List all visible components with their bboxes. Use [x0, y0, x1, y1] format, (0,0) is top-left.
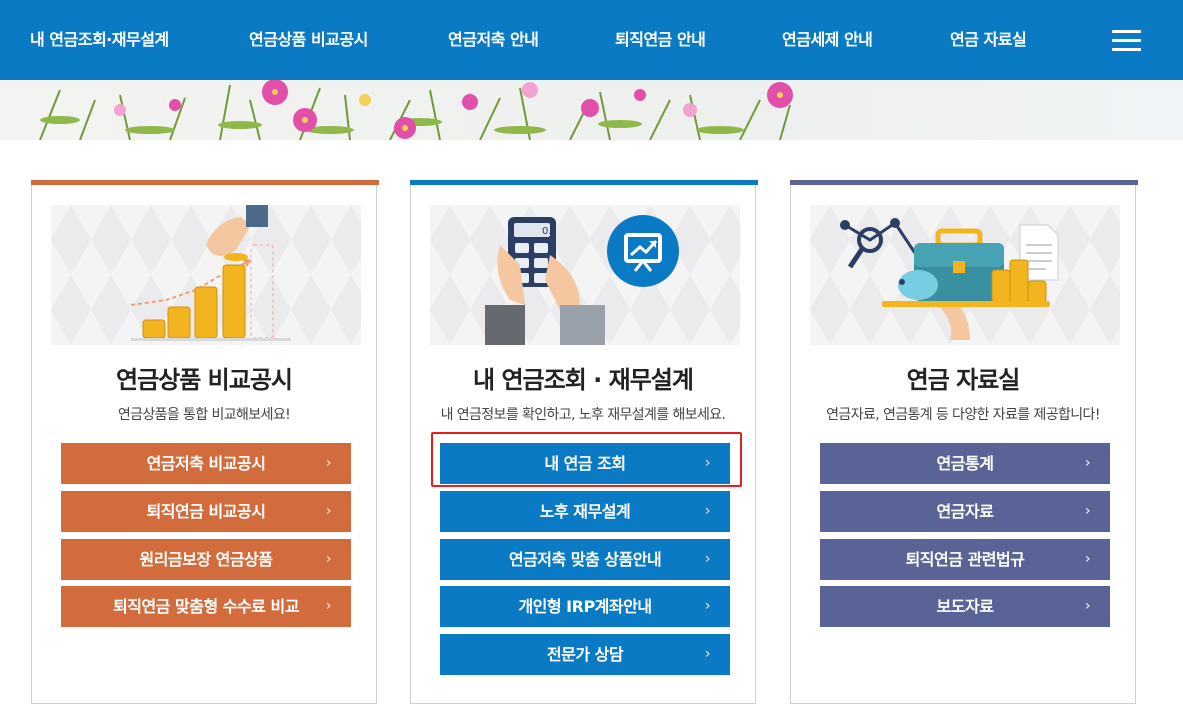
coins-growth-illustration [51, 205, 361, 345]
card-title: 연금상품 비교공시 [116, 366, 293, 394]
chevron-right-icon: › [325, 503, 332, 519]
nav-retirement-pension[interactable]: 퇴직연금 안내 [615, 0, 706, 80]
button-label: 보도자료 [936, 597, 994, 616]
retirement-financial-planning-button[interactable]: 노후 재무설계 › [440, 491, 730, 532]
card-pension-library: 연금 자료실 연금자료, 연금통계 등 다양한 자료를 제공합니다! 연금통계 ›… [790, 180, 1138, 704]
chevron-right-icon: › [1084, 503, 1091, 519]
button-label: 연금자료 [936, 502, 994, 521]
hand-icon [940, 307, 970, 340]
button-label: 연금저축 맞춤 상품안내 [508, 550, 662, 569]
card-pension-inquiry: 0. 내 연금조회 · 재무설계 내 연금정보를 확인하고, 노후 재무설계를 … [410, 180, 758, 704]
card-description: 연금자료, 연금통계 등 다양한 자료를 제공합니다! [826, 407, 1100, 423]
pension-materials-button[interactable]: 연금자료 › [820, 491, 1110, 532]
card-title: 내 연금조회 · 재무설계 [473, 366, 694, 394]
chevron-right-icon: › [704, 646, 711, 662]
calculator-illustration: 0. [430, 205, 740, 345]
coin-stack-outline-icon [250, 244, 274, 339]
pension-savings-comparison-button[interactable]: 연금저축 비교공시 › [61, 443, 351, 484]
chevron-right-icon: › [704, 551, 711, 567]
irp-account-guide-button[interactable]: 개인형 IRP계좌안내 › [440, 586, 730, 627]
pension-statistics-button[interactable]: 연금통계 › [820, 443, 1110, 484]
fee-comparison-button[interactable]: 퇴직연금 맞춤형 수수료 비교 › [61, 586, 351, 627]
chevron-right-icon: › [325, 598, 332, 614]
chart-presentation-icon [607, 215, 679, 287]
flower-banner-image [39, 80, 793, 140]
chevron-right-icon: › [1084, 598, 1091, 614]
tray-icon [882, 301, 1050, 307]
press-release-button[interactable]: 보도자료 › [820, 586, 1110, 627]
expert-consultation-button[interactable]: 전문가 상담 › [440, 634, 730, 675]
flower-banner [0, 80, 1183, 140]
button-label: 퇴직연금 관련법규 [905, 550, 1025, 569]
chevron-right-icon: › [1084, 455, 1091, 471]
button-label: 연금저축 비교공시 [146, 454, 266, 473]
button-label: 퇴직연금 비교공시 [146, 502, 266, 521]
button-label: 개인형 IRP계좌안내 [518, 597, 652, 616]
top-navigation: 내 연금조회·재무설계 연금상품 비교공시 연금저축 안내 퇴직연금 안내 연금… [0, 0, 1183, 80]
button-label: 연금통계 [936, 454, 994, 473]
hamburger-menu-icon[interactable] [1112, 30, 1142, 52]
chevron-right-icon: › [325, 551, 332, 567]
card-top-bar [410, 180, 758, 185]
piggy-bank-icon [898, 270, 938, 300]
hand-holding-coin-icon [206, 205, 268, 261]
card-top-bar [790, 180, 1138, 185]
guaranteed-product-button[interactable]: 원리금보장 연금상품 › [61, 539, 351, 580]
coin-stacks-icon [142, 264, 246, 339]
nav-pension-savings[interactable]: 연금저축 안내 [448, 0, 539, 80]
chevron-right-icon: › [704, 598, 711, 614]
briefcase-illustration [810, 205, 1120, 345]
customized-product-guide-button[interactable]: 연금저축 맞춤 상품안내 › [440, 539, 730, 580]
nav-product-comparison[interactable]: 연금상품 비교공시 [249, 0, 368, 80]
button-label: 원리금보장 연금상품 [139, 550, 273, 569]
calculator-display: 0. [542, 226, 552, 237]
retirement-pension-laws-button[interactable]: 퇴직연금 관련법규 › [820, 539, 1110, 580]
button-label: 전문가 상담 [546, 645, 624, 664]
retirement-pension-comparison-button[interactable]: 퇴직연금 비교공시 › [61, 491, 351, 532]
card-description: 연금상품을 통합 비교해보세요! [117, 407, 291, 423]
chevron-right-icon: › [325, 455, 332, 471]
nav-pension-library[interactable]: 연금 자료실 [950, 0, 1027, 80]
highlight-box [431, 432, 742, 487]
button-label: 노후 재무설계 [539, 502, 631, 521]
chevron-right-icon: › [704, 503, 711, 519]
card-top-bar [31, 180, 379, 185]
button-label: 퇴직연금 맞춤형 수수료 비교 [113, 597, 299, 616]
nav-pension-tax[interactable]: 연금세제 안내 [782, 0, 873, 80]
chevron-right-icon: › [1084, 551, 1091, 567]
card-title: 연금 자료실 [906, 366, 1021, 394]
card-product-comparison: 연금상품 비교공시 연금상품을 통합 비교해보세요! 연금저축 비교공시 › 퇴직… [31, 180, 379, 704]
card-description: 내 연금정보를 확인하고, 노후 재무설계를 해보세요. [440, 407, 726, 423]
nav-pension-inquiry[interactable]: 내 연금조회·재무설계 [30, 0, 169, 80]
analytics-icon [840, 218, 917, 269]
